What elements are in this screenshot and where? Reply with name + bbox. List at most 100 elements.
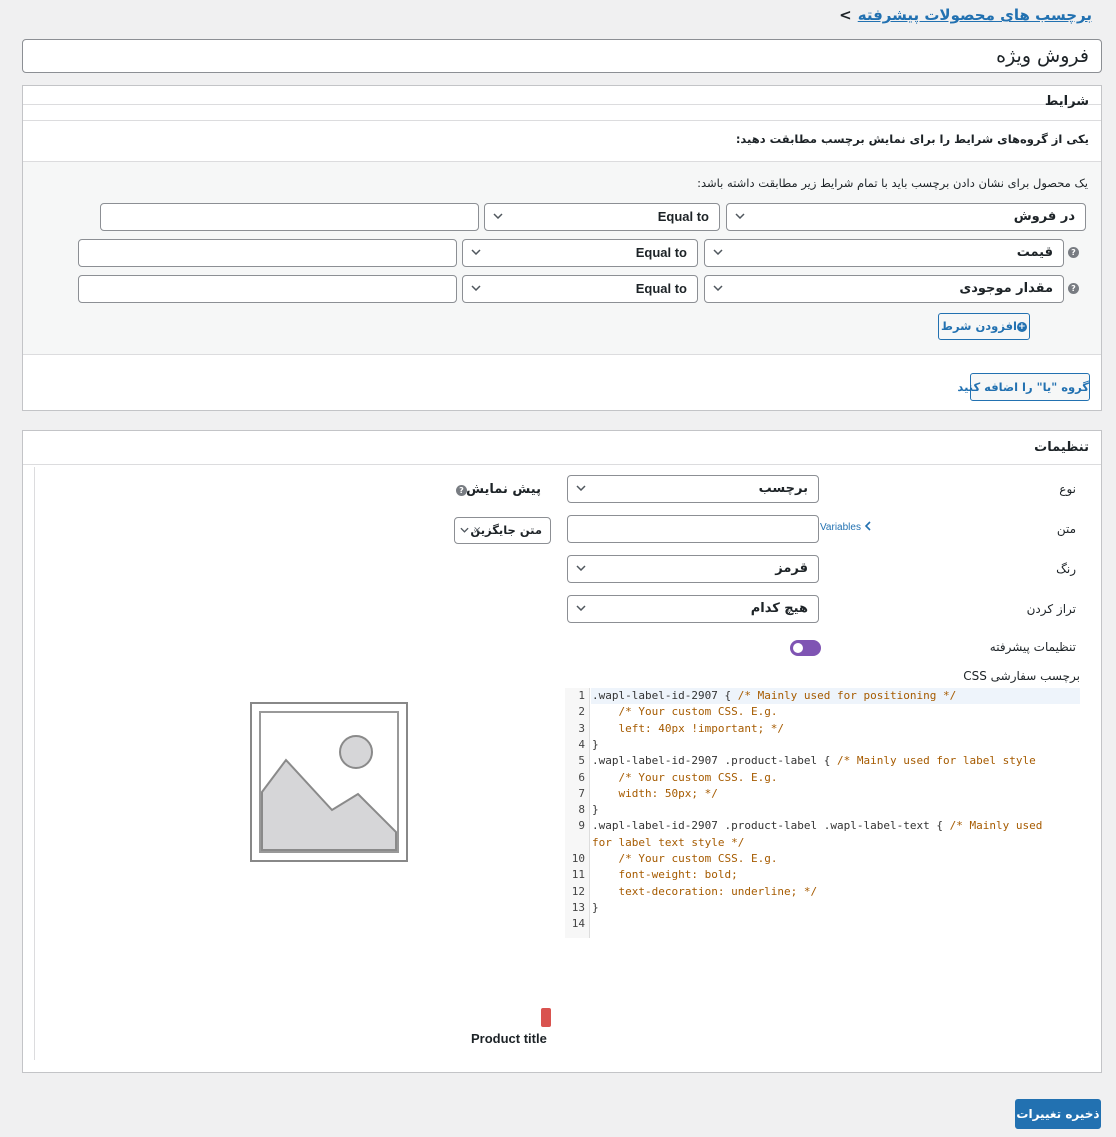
condition-value-input[interactable] xyxy=(78,239,457,267)
code-line: width: 50px; */ xyxy=(592,786,717,802)
help-icon[interactable]: ? xyxy=(1068,283,1079,294)
breadcrumb-separator: > xyxy=(839,6,852,24)
line-number: 6 xyxy=(578,770,585,784)
custom-css-label: برچسب سفارشی CSS xyxy=(963,669,1080,683)
condition-field-select[interactable]: در فروش xyxy=(726,203,1086,231)
line-number: 10 xyxy=(571,852,585,865)
placeholder-text-select[interactable]: متن جایگزین × xyxy=(454,517,551,544)
chevron-down-icon xyxy=(471,276,485,291)
code-comment: text-decoration: underline; */ xyxy=(592,884,818,898)
chevron-down-icon xyxy=(493,204,507,219)
variables-label: Variables xyxy=(820,522,861,534)
code-line: .wapl-label-id-2907 .product-label .wapl… xyxy=(592,818,1042,834)
type-value: برچسب xyxy=(758,481,808,496)
condition-field-value: قیمت xyxy=(1016,245,1053,260)
code-line: /* Your custom CSS. E.g. xyxy=(592,770,778,786)
code-line: text-decoration: underline; */ xyxy=(592,884,817,900)
code-comment: /* Your custom CSS. E.g. xyxy=(618,705,778,719)
code-comment: for label text style */ xyxy=(592,835,745,849)
chevron-down-icon xyxy=(460,518,474,533)
code-line: /* Your custom CSS. E.g. xyxy=(592,704,778,720)
code-text: .wapl-label-id-2907 .product-label .wapl… xyxy=(592,819,950,833)
code-comment: /* Your custom CSS. E.g. xyxy=(618,852,778,865)
variables-link[interactable]: Variables xyxy=(820,521,872,534)
group-intro: یک محصول برای نشان دادن برچسب باید با تم… xyxy=(697,176,1088,190)
condition-operator-select[interactable]: Equal to xyxy=(484,203,720,231)
breadcrumb: برچسب های محصولات پیشرفته > xyxy=(839,6,1092,24)
preview-label: پیش نمایش xyxy=(466,482,541,497)
code-text: } xyxy=(592,737,599,751)
color-value: قرمز xyxy=(775,561,808,576)
condition-value-input[interactable] xyxy=(78,275,457,303)
code-comment: font-weight: bold; xyxy=(592,868,738,882)
advanced-settings-toggle[interactable] xyxy=(790,640,821,656)
code-comment: /* Mainly used for positioning */ xyxy=(737,689,957,702)
line-number: 1 xyxy=(578,689,585,702)
title-input[interactable]: فروش ویژه xyxy=(22,39,1102,73)
condition-operator-value: Equal to xyxy=(635,281,687,296)
condition-field-select[interactable]: مقدار موجودی xyxy=(704,275,1064,303)
line-number: 13 xyxy=(571,900,585,914)
chevron-down-icon xyxy=(713,240,727,255)
condition-operator-select[interactable]: Equal to xyxy=(462,239,698,267)
product-title: Product title xyxy=(471,1031,547,1046)
code-line: font-weight: bold; xyxy=(592,867,738,883)
settings-heading: تنظیمات xyxy=(1034,440,1089,455)
advanced-settings-label: تنظیمات پیشرفته xyxy=(989,640,1076,654)
conditions-heading: شرایط xyxy=(1044,94,1089,109)
line-number: 9 xyxy=(578,819,585,833)
color-select[interactable]: قرمز xyxy=(567,555,819,583)
image-placeholder-icon xyxy=(250,702,408,862)
type-label: نوع xyxy=(1059,482,1076,496)
align-select[interactable]: هیچ کدام xyxy=(567,595,819,623)
align-label: تراز کردن xyxy=(1026,602,1076,616)
breadcrumb-link[interactable]: برچسب های محصولات پیشرفته xyxy=(858,6,1092,24)
code-text: .wapl-label-id-2907 .product-label { xyxy=(592,754,838,768)
text-input[interactable] xyxy=(567,515,819,543)
color-label: رنگ xyxy=(1056,562,1076,576)
condition-field-value: در فروش xyxy=(1013,209,1075,224)
code-comment: /* Mainly used for label style xyxy=(837,754,1036,768)
add-condition-button[interactable]: +افزودن شرط xyxy=(938,313,1030,340)
line-number: 12 xyxy=(571,884,585,898)
clear-icon[interactable]: × xyxy=(473,518,481,543)
settings-panel: تنظیمات xyxy=(22,430,1102,1073)
chevron-down-icon xyxy=(713,276,727,291)
add-circle-icon: + xyxy=(1016,321,1027,332)
text-label: متن xyxy=(1056,522,1076,536)
code-line: } xyxy=(592,802,599,818)
align-value: هیچ کدام xyxy=(750,601,808,616)
line-number: 3 xyxy=(578,721,585,735)
line-number: 14 xyxy=(571,917,585,931)
add-or-group-button[interactable]: گروه "یا" را اضافه کنید xyxy=(957,373,1090,401)
code-comment: /* Your custom CSS. E.g. xyxy=(618,770,778,784)
code-line: } xyxy=(592,737,599,753)
chevron-left-icon xyxy=(864,521,872,534)
code-line: for label text style */ xyxy=(592,835,744,851)
condition-operator-select[interactable]: Equal to xyxy=(462,275,698,303)
condition-field-value: مقدار موجودی xyxy=(959,281,1053,296)
condition-operator-value: Equal to xyxy=(635,245,687,260)
toggle-knob xyxy=(793,643,803,653)
help-icon[interactable]: ? xyxy=(456,485,467,496)
line-number: 2 xyxy=(578,705,585,719)
line-number: 5 xyxy=(578,754,585,768)
condition-value-input[interactable] xyxy=(100,203,479,231)
chevron-down-icon xyxy=(576,596,590,611)
line-number: 8 xyxy=(578,803,585,817)
line-number: 11 xyxy=(571,868,585,882)
type-select[interactable]: برچسب xyxy=(567,475,819,503)
add-condition-label: افزودن شرط xyxy=(941,319,1017,333)
code-text: .wapl-label-id-2907 { xyxy=(592,689,738,702)
preview-label-badge xyxy=(541,1008,551,1027)
condition-field-select[interactable]: قیمت xyxy=(704,239,1064,267)
code-comment: /* Mainly used xyxy=(949,819,1043,833)
save-button[interactable]: ذخیره تغییرات xyxy=(1015,1099,1101,1129)
line-number: 7 xyxy=(578,786,585,800)
help-icon[interactable]: ? xyxy=(1068,247,1079,258)
code-line: .wapl-label-id-2907 .product-label { /* … xyxy=(592,753,1036,769)
chevron-down-icon xyxy=(576,556,590,571)
